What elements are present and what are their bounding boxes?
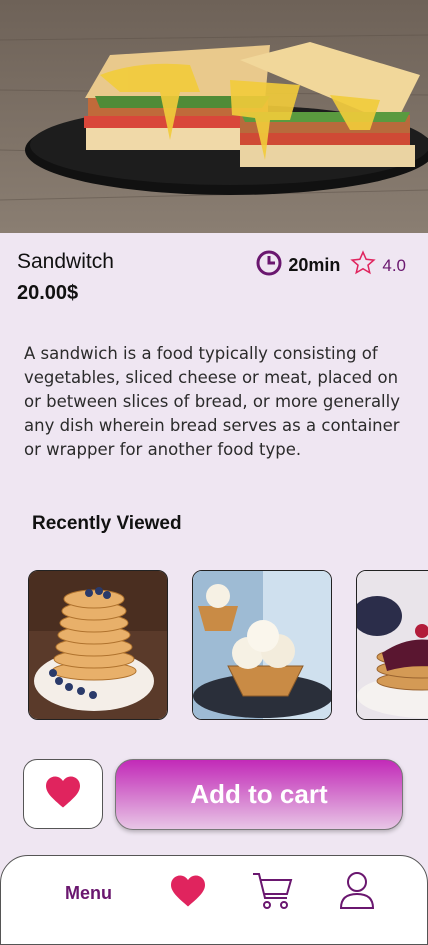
profile-icon[interactable] — [339, 870, 375, 914]
product-meta: 20min 4.0 — [256, 250, 406, 281]
ice-cream-cone-image — [193, 571, 331, 719]
recent-item-pancake-stack[interactable] — [28, 570, 168, 720]
favorites-icon[interactable] — [169, 874, 207, 912]
product-price: 20.00$ — [17, 282, 79, 304]
nav-menu[interactable]: Menu — [65, 883, 112, 904]
recent-item-pancakes-berries[interactable] — [356, 570, 428, 720]
clock-icon — [256, 250, 282, 281]
hero-food-image — [0, 0, 428, 233]
recent-item-ice-cream[interactable] — [192, 570, 332, 720]
heart-icon — [44, 775, 82, 813]
product-description: A sandwich is a food typically consistin… — [24, 344, 400, 459]
add-to-cart-button[interactable]: Add to cart — [115, 759, 403, 830]
recently-viewed-title: Recently Viewed — [32, 513, 182, 534]
cart-icon[interactable] — [251, 870, 293, 916]
star-icon — [350, 250, 377, 281]
recently-viewed-list — [0, 570, 428, 720]
product-title: Sandwitch — [17, 250, 114, 273]
pancake-stack-image — [29, 571, 167, 719]
pancakes-berries-image — [357, 571, 428, 719]
bottom-nav: Menu — [0, 855, 428, 945]
favorite-button[interactable] — [23, 759, 103, 829]
rating-value: 4.0 — [382, 255, 406, 275]
prep-time: 20min — [288, 255, 341, 275]
